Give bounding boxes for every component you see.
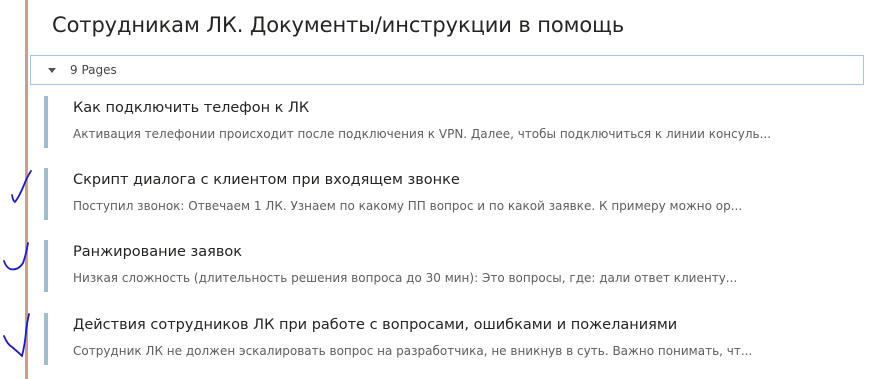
handwritten-check-mark	[11, 170, 32, 203]
page-excerpt: Низкая сложность (длительность решения в…	[73, 271, 738, 285]
page-excerpt: Сотрудник ЛК не должен эскалировать вопр…	[73, 344, 753, 358]
page-item-accent	[44, 168, 48, 220]
handwritten-check-mark	[3, 242, 29, 271]
page-excerpt: Поступил звонок: Отвечаем 1 ЛК. Узнаем п…	[73, 199, 743, 213]
handwritten-check-mark	[3, 313, 30, 357]
pages-toggle[interactable]: 9 Pages	[30, 55, 864, 85]
section-title: Сотрудникам ЛК. Документы/инструкции в п…	[52, 13, 625, 37]
page-item[interactable]: Ранжирование заявок Низкая сложность (дл…	[44, 240, 844, 292]
page-item[interactable]: Как подключить телефон к ЛК Активация те…	[44, 96, 844, 148]
pages-count-label: 9 Pages	[70, 63, 117, 77]
page-item-accent	[44, 96, 48, 148]
page-item-accent	[44, 313, 48, 365]
page-title[interactable]: Действия сотрудников ЛК при работе с воп…	[73, 317, 677, 333]
page-item-accent	[44, 240, 48, 292]
page-title[interactable]: Как подключить телефон к ЛК	[73, 100, 309, 116]
page-title[interactable]: Скрипт диалога с клиентом при входящем з…	[73, 172, 460, 188]
page-title[interactable]: Ранжирование заявок	[73, 244, 242, 260]
page-item[interactable]: Действия сотрудников ЛК при работе с воп…	[44, 313, 844, 365]
page-excerpt: Активация телефонии происходит после под…	[73, 127, 772, 141]
caret-down-icon	[48, 67, 56, 73]
page-item[interactable]: Скрипт диалога с клиентом при входящем з…	[44, 168, 844, 220]
